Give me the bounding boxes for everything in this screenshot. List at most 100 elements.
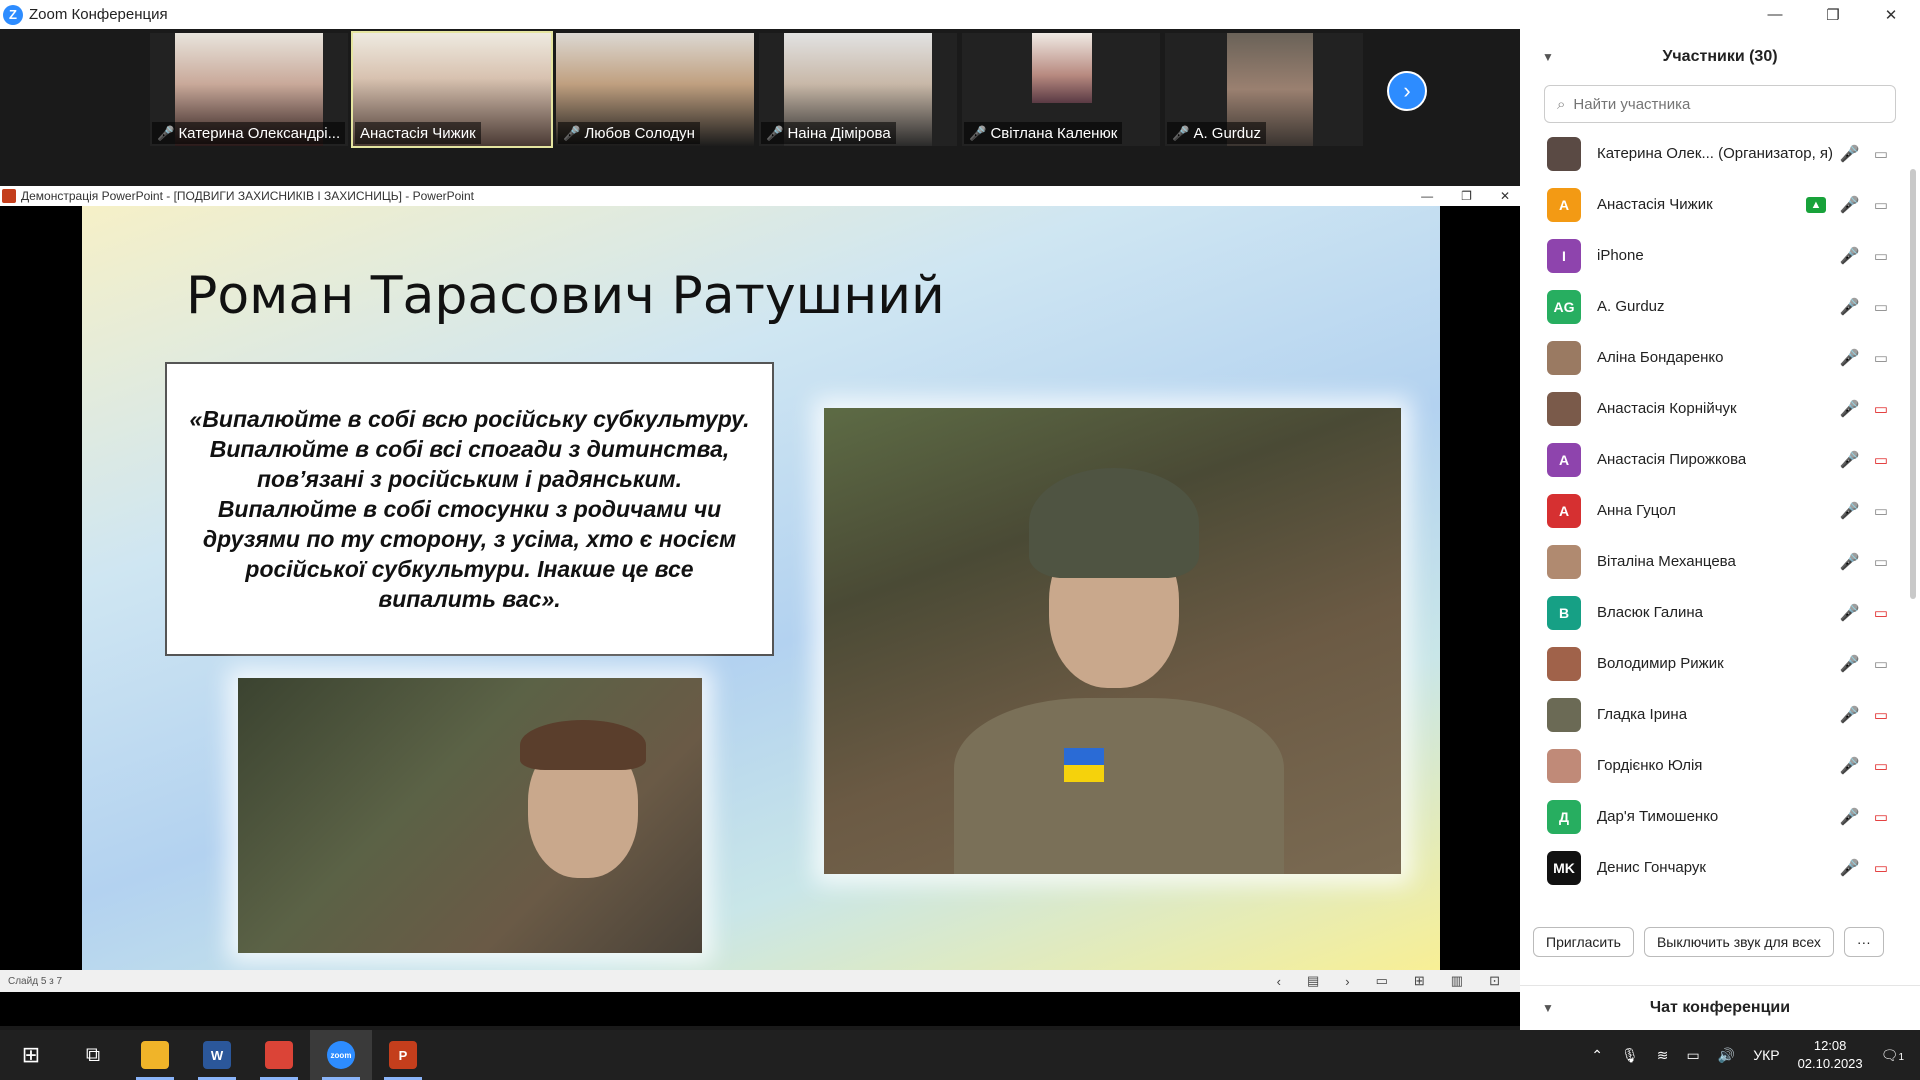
collapse-chevron-icon[interactable]: ▼ (1542, 1001, 1554, 1015)
camera-icon[interactable]: ▭ (1874, 196, 1888, 214)
taskbar-app[interactable] (124, 1030, 186, 1080)
camera-icon[interactable]: ▭ (1874, 553, 1888, 571)
ppt-restore-button[interactable]: ❐ (1461, 189, 1472, 203)
camera-off-icon[interactable]: ▭ (1874, 604, 1888, 622)
ppt-close-button[interactable]: ✕ (1500, 189, 1510, 203)
camera-off-icon[interactable]: ▭ (1874, 400, 1888, 418)
restore-button[interactable]: ❐ (1804, 0, 1862, 29)
video-tile-active-speaker[interactable]: Анастасія Чижик (351, 31, 553, 148)
microphone-icon[interactable]: 🎙 (1621, 1047, 1639, 1064)
mic-muted-icon[interactable]: 🎤 (1840, 654, 1860, 674)
wifi-icon[interactable]: ≋ (1657, 1047, 1669, 1064)
mic-muted-icon[interactable]: 🎤 (1840, 603, 1860, 623)
clock[interactable]: 12:08 02.10.2023 (1798, 1037, 1863, 1073)
camera-icon[interactable]: ▭ (1874, 298, 1888, 316)
mute-all-button[interactable]: Выключить звук для всех (1643, 927, 1834, 957)
taskbar-app[interactable]: P (372, 1030, 434, 1080)
taskbar-app[interactable] (248, 1030, 310, 1080)
mic-icon[interactable]: 🎤 (1840, 195, 1860, 215)
video-tile[interactable]: 🎤 Катерина Олександрі... (150, 33, 348, 146)
mic-muted-icon[interactable]: 🎤 (1840, 297, 1860, 317)
mic-muted-icon[interactable]: 🎤 (1840, 348, 1860, 368)
participant-row[interactable]: Анастасія Корнійчук 🎤 ▭ (1520, 383, 1920, 434)
camera-icon[interactable]: ▭ (1874, 247, 1888, 265)
participant-row[interactable]: Гладка Ірина 🎤 ▭ (1520, 689, 1920, 740)
participant-row[interactable]: IiPhone 🎤 ▭ (1520, 230, 1920, 281)
video-tile[interactable]: 🎤 Наіна Дімірова (759, 33, 957, 146)
mic-muted-icon[interactable]: 🎤 (1840, 450, 1860, 470)
camera-off-icon[interactable]: ▭ (1874, 451, 1888, 469)
video-tile[interactable]: 🎤 Любов Солодун (556, 33, 754, 146)
participant-row[interactable]: Д Дар'я Тимошенко 🎤 ▭ (1520, 791, 1920, 842)
participant-row[interactable]: А Анна Гуцол 🎤 ▭ (1520, 485, 1920, 536)
participant-row[interactable]: Віталіна Механцева 🎤 ▭ (1520, 536, 1920, 587)
notifications-icon[interactable]: 🗨1 (1881, 1047, 1904, 1064)
reading-view-icon[interactable]: ▥ (1451, 973, 1463, 989)
camera-off-icon[interactable]: ▭ (1874, 757, 1888, 775)
minimize-button[interactable]: — (1746, 0, 1804, 29)
task-view-icon: ⧉ (85, 1043, 101, 1066)
invite-button[interactable]: Пригласить (1533, 927, 1634, 957)
participant-row[interactable]: Гордієнко Юлія 🎤 ▭ (1520, 740, 1920, 791)
collapse-chevron-icon[interactable]: ▼ (1542, 50, 1554, 64)
volume-icon[interactable]: 🔊 (1718, 1047, 1735, 1064)
video-tile[interactable]: 🎤 Світлана Каленюк (962, 33, 1160, 146)
camera-off-icon[interactable]: ▭ (1874, 706, 1888, 724)
participant-search[interactable]: ⌕ (1544, 85, 1896, 123)
taskbar-app[interactable]: W (186, 1030, 248, 1080)
participant-row[interactable]: Володимир Рижик 🎤 ▭ (1520, 638, 1920, 689)
battery-icon[interactable]: ▭ (1687, 1047, 1700, 1064)
zoom-title-bar: Z Zoom Конференция — ❐ ✕ (0, 0, 1920, 29)
start-button[interactable]: ⊞ (0, 1030, 62, 1080)
mic-muted-icon[interactable]: 🎤 (1840, 144, 1860, 164)
mic-muted-icon[interactable]: 🎤 (1840, 705, 1860, 725)
zoom-logo-icon: Z (3, 4, 23, 25)
ppt-minimize-button[interactable]: — (1421, 189, 1433, 203)
chat-header[interactable]: ▼ Чат конференции (1520, 985, 1920, 1030)
avatar: I (1547, 238, 1581, 273)
mic-muted-icon[interactable]: 🎤 (1840, 501, 1860, 521)
mic-muted-icon[interactable]: 🎤 (1840, 807, 1860, 827)
taskbar-app[interactable]: zoom (310, 1030, 372, 1080)
participant-row[interactable]: Аліна Бондаренко 🎤 ▭ (1520, 332, 1920, 383)
camera-off-icon[interactable]: ▭ (1874, 808, 1888, 826)
slideshow-icon[interactable]: ⊡ (1489, 973, 1500, 989)
camera-icon[interactable]: ▭ (1874, 502, 1888, 520)
participant-row[interactable]: Катерина Олек... (Организатор, я) 🎤 ▭ (1520, 128, 1920, 179)
mic-muted-icon[interactable]: 🎤 (1840, 552, 1860, 572)
prev-slide-icon[interactable]: ‹ (1277, 974, 1281, 989)
participant-row[interactable]: В Власюк Галина 🎤 ▭ (1520, 587, 1920, 638)
mic-muted-icon: 🎤 (563, 124, 581, 141)
camera-icon[interactable]: ▭ (1874, 145, 1888, 163)
participants-panel: ▼ Участники (30) ⌕ Катерина Олек... (Орг… (1520, 29, 1920, 1030)
mic-icon[interactable]: 🎤 (1840, 246, 1860, 266)
participants-header: ▼ Участники (30) (1520, 29, 1920, 85)
camera-icon[interactable]: ▭ (1874, 349, 1888, 367)
participant-row[interactable]: MK Денис Гончарук 🎤 ▭ (1520, 842, 1920, 893)
more-options-button[interactable]: ··· (1843, 927, 1884, 957)
close-button[interactable]: ✕ (1862, 0, 1920, 29)
hair-shape (520, 720, 646, 770)
slide-menu-icon[interactable]: ▤ (1307, 973, 1319, 989)
avatar (1547, 340, 1581, 375)
avatar (1547, 136, 1581, 171)
participant-row[interactable]: А Анастасія Чижик ▲ 🎤 ▭ (1520, 179, 1920, 230)
uniform-shape (954, 698, 1284, 874)
video-tile[interactable]: 🎤 A. Gurduz (1165, 33, 1363, 146)
task-view-button[interactable]: ⧉ (62, 1030, 124, 1080)
search-input[interactable] (1573, 95, 1895, 113)
next-slide-icon[interactable]: › (1345, 974, 1349, 989)
chevron-up-icon[interactable]: ⌃ (1591, 1047, 1603, 1064)
participant-row[interactable]: А Анастасія Пирожкова 🎤 ▭ (1520, 434, 1920, 485)
camera-off-icon[interactable]: ▭ (1874, 859, 1888, 877)
mic-muted-icon[interactable]: 🎤 (1840, 756, 1860, 776)
mic-muted-icon[interactable]: 🎤 (1840, 858, 1860, 878)
sorter-view-icon[interactable]: ⊞ (1414, 973, 1425, 989)
participant-row[interactable]: AG A. Gurduz 🎤 ▭ (1520, 281, 1920, 332)
language-indicator[interactable]: УКР (1753, 1047, 1779, 1063)
participant-scrollbar[interactable] (1910, 169, 1916, 599)
camera-icon[interactable]: ▭ (1874, 655, 1888, 673)
normal-view-icon[interactable]: ▭ (1376, 973, 1388, 989)
mic-muted-icon[interactable]: 🎤 (1840, 399, 1860, 419)
chevron-right-icon[interactable]: › (1387, 71, 1427, 111)
